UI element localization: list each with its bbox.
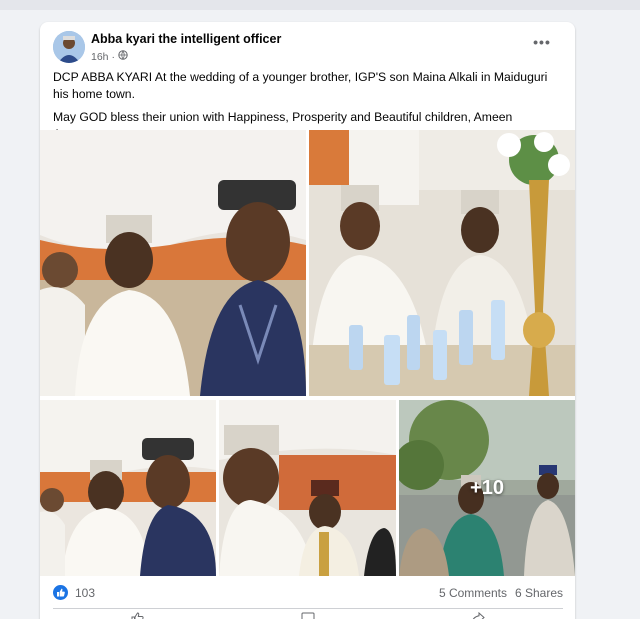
post-paragraph-1: DCP ABBA KYARI At the wedding of a young… <box>53 70 548 101</box>
divider <box>53 608 563 609</box>
photo-2[interactable] <box>309 130 575 396</box>
author-name[interactable]: Abba kyari the intelligent officer <box>91 32 281 46</box>
post-card: Abba kyari the intelligent officer 16h ·… <box>40 22 575 619</box>
like-icon <box>53 585 68 600</box>
comment-action-icon[interactable] <box>301 612 315 619</box>
photo-5[interactable]: +10 <box>399 400 575 576</box>
globe-icon <box>118 50 128 63</box>
photo-1[interactable] <box>40 130 306 396</box>
post-header: Abba kyari the intelligent officer 16h ·… <box>53 31 563 67</box>
shares-count[interactable]: 6 Shares <box>515 586 563 600</box>
action-bar <box>53 611 563 619</box>
photo-3[interactable] <box>40 400 216 576</box>
photo-4[interactable] <box>219 400 396 576</box>
post-stats: 103 5 Comments 6 Shares <box>53 583 563 603</box>
like-count[interactable]: 103 <box>75 586 95 600</box>
more-photos-overlay[interactable]: +10 <box>399 400 575 576</box>
post-meta: 16h · <box>91 50 128 63</box>
post-time[interactable]: 16h <box>91 51 109 63</box>
more-options-icon[interactable]: ••• <box>531 35 553 53</box>
engagement-counts: 5 Comments 6 Shares <box>439 586 563 600</box>
avatar[interactable] <box>53 31 85 63</box>
share-action-icon[interactable] <box>471 611 485 619</box>
comments-count[interactable]: 5 Comments <box>439 586 507 600</box>
like-action-icon[interactable] <box>131 612 145 619</box>
photo-grid: +10 <box>40 130 575 576</box>
top-bar <box>0 0 640 10</box>
